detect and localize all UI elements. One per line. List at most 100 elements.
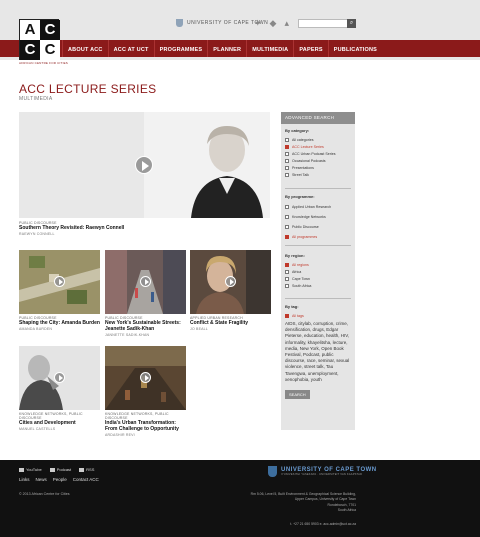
nav-multimedia[interactable]: MULTIMEDIA [246, 40, 293, 57]
hero-background [19, 112, 144, 218]
option-label: Street Talk [292, 172, 309, 177]
youtube-link[interactable]: YouTube [19, 467, 42, 472]
checkbox[interactable] [285, 205, 289, 209]
nav-programmes[interactable]: PROGRAMMES [153, 40, 208, 57]
video-thumbnail[interactable] [19, 250, 100, 314]
option-label: All regions [292, 262, 309, 267]
footer-link-links[interactable]: Links [19, 477, 30, 482]
video-meta: KNOWLEDGE NETWORKS, PUBLIC DISCOURSE Cit… [19, 412, 101, 431]
nav-papers[interactable]: PAPERS [293, 40, 327, 57]
nav-acc-at-uct[interactable]: ACC AT UCT [107, 40, 154, 57]
checkbox[interactable] [285, 283, 289, 288]
checkbox[interactable] [285, 215, 289, 219]
speaker-photo [191, 126, 263, 218]
nav-about-acc[interactable]: ABOUT ACC [62, 40, 108, 57]
video-author: JANNETTE SADIK-KHAN [105, 333, 150, 337]
uct-footer-logo[interactable]: UNIVERSITY OF CAPE TOWN IYUNIVESITHI YAS… [268, 466, 377, 477]
filter-option[interactable]: All tags [285, 312, 353, 319]
logo-letter: C [40, 20, 60, 40]
category-label: By category: [285, 128, 310, 133]
filter-option[interactable]: All categories [285, 136, 353, 143]
checkbox[interactable] [285, 172, 289, 177]
advanced-search-heading: ADVANCED SEARCH [281, 112, 355, 124]
footer-link-people[interactable]: People [53, 477, 67, 482]
video-title[interactable]: Shaping the City: Amanda Burden [19, 320, 101, 326]
option-label: Applied Urban Research [292, 205, 332, 209]
footer-link-news[interactable]: News [36, 477, 47, 482]
search-filter-button[interactable]: SEARCH [285, 390, 310, 400]
programme-label: By programme: [285, 194, 315, 199]
divider [285, 188, 351, 189]
tag-list[interactable]: AIDS, citylab, corruption, crime, densif… [285, 321, 353, 383]
search-button[interactable]: ⌕ [347, 19, 356, 28]
filter-option[interactable]: South Africa [285, 282, 353, 289]
acc-logo[interactable]: A C C C [19, 19, 60, 60]
footer-link-contact[interactable]: Contact ACC [73, 477, 99, 482]
video-title[interactable]: Cities and Development [19, 420, 101, 426]
filter-option[interactable]: Presentations [285, 164, 353, 171]
filter-option[interactable]: Public Discourse [285, 222, 353, 232]
filter-option[interactable]: Street Talk [285, 171, 353, 178]
video-thumbnail[interactable] [105, 346, 186, 410]
checkbox[interactable] [285, 137, 289, 142]
checkbox[interactable] [285, 225, 289, 229]
category-filter: By category: All categories ACC Lecture … [285, 128, 353, 178]
nav-planner[interactable]: PLANNER [207, 40, 246, 57]
checkbox[interactable] [285, 165, 289, 170]
uct-shield-icon [176, 19, 183, 27]
play-icon[interactable] [140, 276, 151, 287]
filter-option[interactable]: Applied Urban Research [285, 202, 353, 212]
play-icon[interactable] [135, 156, 153, 174]
filter-option[interactable]: Cape Town [285, 275, 353, 282]
filter-option[interactable]: All regions [285, 261, 353, 268]
play-icon[interactable] [140, 372, 151, 383]
video-title[interactable]: Conflict & State Fragility [190, 320, 272, 326]
play-icon[interactable] [54, 276, 65, 287]
featured-title[interactable]: Southern Theory Revisited: Raewyn Connel… [19, 225, 219, 231]
nav-publications[interactable]: PUBLICATIONS [327, 40, 382, 57]
filter-option[interactable]: ACC Lecture Series [285, 143, 353, 150]
video-thumbnail[interactable] [19, 346, 100, 410]
main-nav: ABOUT ACC ACC AT UCT PROGRAMMES PLANNER … [62, 40, 382, 57]
contact-line[interactable]: t. +27 21 650 5903 e. acc-admin@uct.ac.z… [290, 522, 356, 526]
podcast-icon [49, 467, 55, 472]
checkbox[interactable] [285, 269, 289, 274]
checkbox[interactable] [285, 144, 289, 149]
filter-option[interactable]: Knowledge Networks [285, 212, 353, 222]
checkbox[interactable] [285, 276, 289, 281]
video-thumbnail[interactable] [190, 250, 271, 314]
address: Rm 5.06, Level 5, Built Environment & Ge… [216, 492, 356, 514]
video-title[interactable]: India's Urban Transformation: From Chall… [105, 420, 187, 432]
podcast-link[interactable]: Podcast [49, 467, 72, 472]
checkbox[interactable] [285, 158, 289, 163]
video-author: ARDASHIR REVI [105, 433, 135, 437]
featured-video[interactable] [19, 112, 270, 218]
logo-letter: C [20, 40, 40, 60]
play-icon[interactable] [54, 372, 65, 383]
social-label: Podcast [56, 467, 72, 472]
option-label: Cape Town [292, 276, 310, 281]
tag-filter: By tag: All tags AIDS, citylab, corrupti… [285, 304, 353, 401]
filter-option[interactable]: Occasional Podcasts [285, 157, 353, 164]
play-icon[interactable] [225, 276, 236, 287]
uct-footer-tagline: IYUNIVESITHI YASEKAPA · UNIVERSITEIT VAN… [281, 473, 363, 476]
video-title[interactable]: New York's Sustainable Streets: Jeanette… [105, 320, 187, 332]
filter-option[interactable]: ACC Urban Podcast Series [285, 150, 353, 157]
checkbox[interactable] [285, 313, 289, 318]
rss-link[interactable]: RSS [79, 467, 94, 472]
youtube-icon [19, 467, 24, 472]
option-label: All categories [292, 137, 314, 142]
nav-underline [0, 57, 480, 60]
africa-map-icon: ◆ [269, 18, 277, 28]
video-author: AMANDA BURDEN [19, 327, 53, 331]
checkbox[interactable] [285, 151, 289, 156]
filter-option[interactable]: Africa [285, 268, 353, 275]
option-label: ACC Lecture Series [292, 144, 324, 149]
video-thumbnail[interactable] [105, 250, 186, 314]
checkbox[interactable] [285, 235, 289, 239]
filter-option[interactable]: All programmes [285, 232, 353, 242]
logo-subtitle: AFRICAN CENTRE FOR CITIES [19, 61, 69, 65]
cape-map-icon: ▴ [284, 18, 289, 28]
checkbox[interactable] [285, 262, 289, 267]
rss-icon [79, 467, 85, 472]
